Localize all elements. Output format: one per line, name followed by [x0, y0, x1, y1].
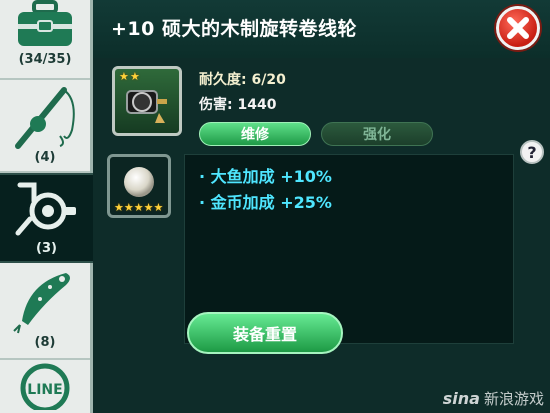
repair-button[interactable]: 维修 [199, 122, 311, 146]
star-icon: ★ [143, 201, 154, 214]
equipment-reset-button[interactable]: 装备重置 [187, 312, 343, 354]
watermark-text: 新浪游戏 [483, 390, 544, 408]
star-icon: ★ [133, 201, 144, 214]
reel-icon [15, 182, 76, 236]
tab-reel[interactable]: (3) [0, 173, 93, 263]
line-icon: LINE [20, 363, 70, 410]
category-sidebar: (34/35) (4) (3) (8) LINE [0, 0, 93, 413]
item-slot[interactable]: ★ ★ [112, 66, 182, 136]
star-icon: ★ [123, 201, 134, 214]
fishing-rod-icon [15, 87, 75, 149]
tab-tackle-box[interactable]: (34/35) [0, 0, 90, 80]
bonus-gold: · 金币加成 +25% [199, 193, 332, 212]
tab-lure[interactable]: (8) [0, 263, 90, 360]
item-header: +10 硕大的木制旋转卷线轮 [93, 0, 550, 58]
line-icon-label: LINE [27, 382, 62, 398]
close-icon [507, 17, 529, 39]
tab-count: (8) [34, 335, 56, 350]
reel-item-icon [126, 90, 167, 123]
star-icon: ★ [153, 201, 164, 214]
tab-count: (3) [36, 241, 57, 256]
tab-count: (34/35) [18, 52, 72, 67]
watermark: sina 新浪游戏 [443, 388, 544, 409]
tab-fishing-rod[interactable]: (4) [0, 80, 90, 173]
strengthen-button[interactable]: 强化 [321, 122, 433, 146]
item-detail-panel: ★ ★ 耐久度: 6/20 伤害: 1440 维修 强化 ? ★ ★ ★ ★ ★… [93, 58, 550, 413]
tab-count: (4) [34, 150, 56, 165]
gem-slot[interactable]: ★ ★ ★ ★ ★ [107, 154, 171, 218]
close-button[interactable] [496, 6, 540, 50]
sina-logo: sina [442, 389, 480, 408]
star-icon: ★ [114, 201, 124, 214]
bonus-big-fish: · 大鱼加成 +10% [199, 167, 332, 186]
help-button[interactable]: ? [520, 140, 544, 164]
damage-stat: 伤害: 1440 [199, 97, 277, 113]
page-title: +10 硕大的木制旋转卷线轮 [111, 18, 357, 40]
tab-line[interactable]: LINE [0, 360, 90, 413]
durability-stat: 耐久度: 6/20 [199, 72, 286, 88]
tackle-box-icon [18, 0, 72, 46]
lure-icon [13, 273, 70, 334]
